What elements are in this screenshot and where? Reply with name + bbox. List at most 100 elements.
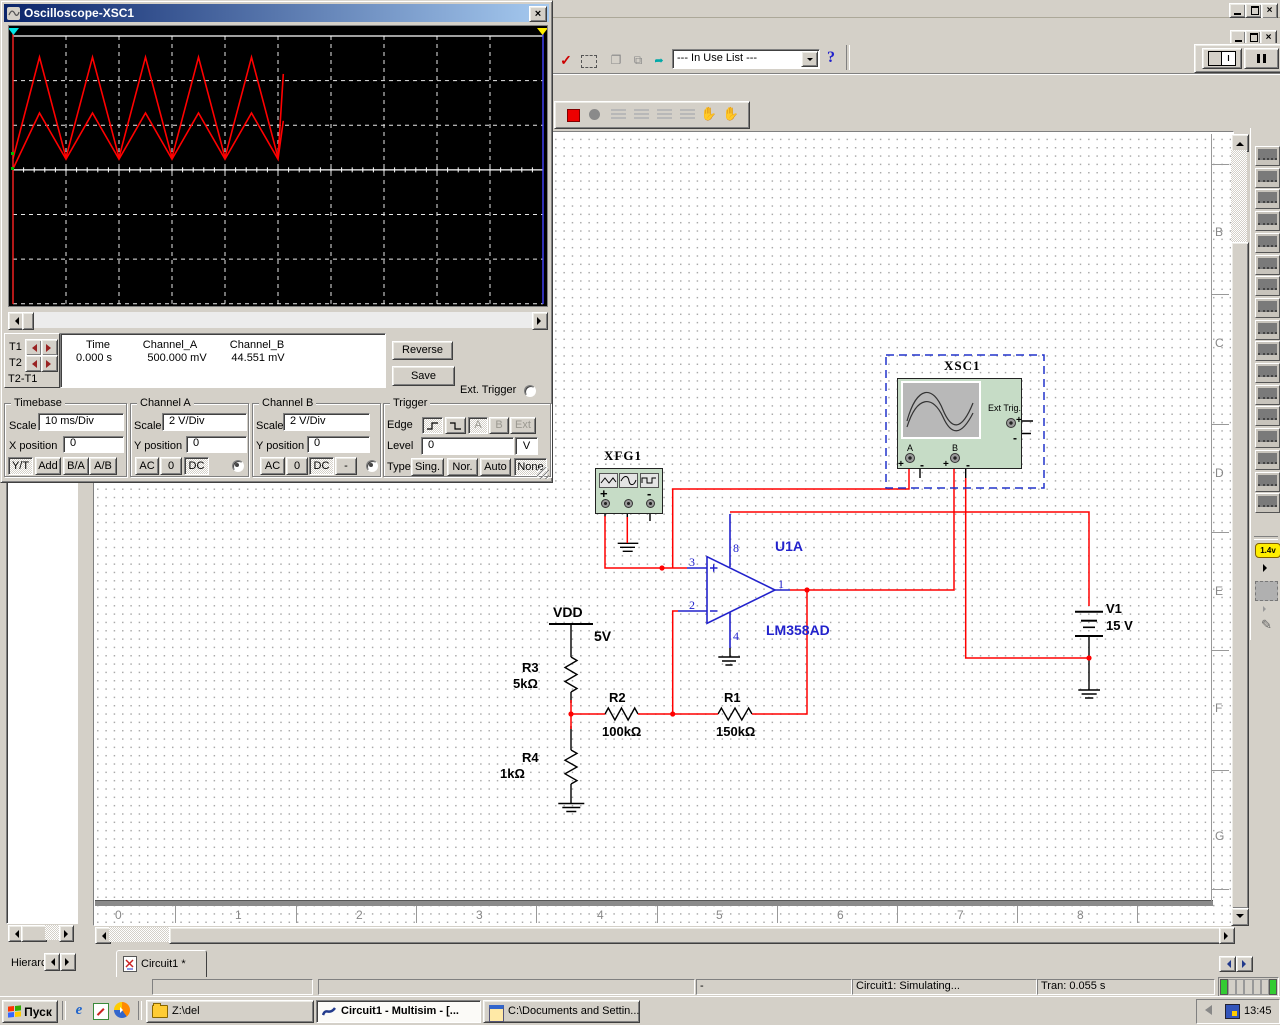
r3-ref[interactable]: R3 bbox=[522, 660, 539, 675]
yt-mode-button[interactable]: Y/T bbox=[8, 457, 33, 475]
canvas-hscrollbar[interactable] bbox=[95, 927, 1233, 942]
oscilloscope-close-button[interactable]: × bbox=[529, 6, 547, 22]
xfg1-plus-terminal[interactable] bbox=[601, 499, 610, 508]
trigger-source-b-button[interactable]: B bbox=[489, 417, 509, 434]
component-bin-icon-13[interactable] bbox=[1255, 406, 1280, 426]
xfg1-minus-terminal[interactable] bbox=[646, 499, 655, 508]
cha-radio[interactable] bbox=[232, 460, 244, 472]
ext-trigger-radio[interactable] bbox=[524, 385, 536, 397]
oscilloscope-window[interactable]: Oscilloscope-XSC1 × T1 T2 T2-T1 Time Cha… bbox=[0, 0, 553, 483]
resistor-r4[interactable] bbox=[565, 750, 577, 784]
trigger-rising-edge-button[interactable] bbox=[422, 417, 443, 434]
resistor-r2[interactable] bbox=[605, 708, 638, 720]
tab-scroll-right-button[interactable] bbox=[1236, 956, 1253, 972]
r1-value[interactable]: 150kΩ bbox=[716, 724, 755, 739]
r2-ref[interactable]: R2 bbox=[609, 690, 626, 705]
step-into-icon[interactable] bbox=[611, 109, 626, 121]
notes-quicklaunch-icon[interactable] bbox=[93, 1003, 109, 1020]
component-bin-icon-9[interactable] bbox=[1255, 320, 1280, 340]
volume-icon[interactable] bbox=[1205, 1005, 1212, 1015]
hierarchy-tab[interactable]: Hierarc bbox=[11, 957, 46, 970]
scope-scroll-thumb[interactable] bbox=[22, 312, 34, 330]
component-bin-icon-17[interactable] bbox=[1255, 493, 1280, 513]
xfg1-ref-label[interactable]: XFG1 bbox=[604, 448, 642, 464]
add-mode-button[interactable]: Add bbox=[35, 457, 61, 475]
hscroll-right-button[interactable] bbox=[1219, 927, 1235, 944]
in-use-list-dropdown-button[interactable] bbox=[801, 51, 818, 67]
erc-check-icon[interactable]: ✓ bbox=[558, 52, 574, 68]
taskbar-task-explorer[interactable]: C:\Documents and Settin... bbox=[483, 1000, 640, 1023]
xsc1-ref-label[interactable]: XSC1 bbox=[944, 358, 981, 374]
trigger-level-field[interactable]: 0 bbox=[421, 437, 514, 455]
circuit1-tab[interactable]: Circuit1 * bbox=[116, 950, 207, 977]
v1-ref[interactable]: V1 bbox=[1106, 601, 1122, 616]
start-button[interactable]: Пуск bbox=[2, 1000, 58, 1023]
chb-ypos-field[interactable]: 0 bbox=[307, 436, 370, 453]
component-bin-icon-3[interactable] bbox=[1255, 189, 1280, 209]
component-bin-icon-7[interactable] bbox=[1255, 276, 1280, 296]
pause-at-icon[interactable]: ✋ bbox=[701, 106, 717, 122]
v1-value[interactable]: 15 V bbox=[1106, 618, 1133, 633]
paste-icon[interactable]: ⧉ bbox=[631, 53, 645, 67]
r3-value[interactable]: 5kΩ bbox=[513, 676, 538, 691]
timebase-scale-field[interactable]: 10 ms/Div bbox=[38, 413, 124, 431]
ab-mode-button[interactable]: A/B bbox=[89, 457, 117, 475]
xfg1-common-terminal[interactable] bbox=[624, 499, 633, 508]
in-use-list-combobox[interactable]: --- In Use List --- bbox=[672, 49, 820, 69]
chb-scale-field[interactable]: 2 V/Div bbox=[283, 413, 370, 431]
component-bin-icon-12[interactable] bbox=[1255, 385, 1280, 405]
reverse-button[interactable]: Reverse bbox=[392, 341, 453, 360]
cha-dc-button[interactable]: DC bbox=[184, 457, 209, 475]
vdd-label[interactable]: VDD bbox=[553, 604, 583, 620]
toolbox-tab-scroll-left[interactable] bbox=[44, 953, 60, 971]
taskbar-task-multisim[interactable]: Circuit1 - Multisim - [... bbox=[316, 1000, 481, 1023]
main-minimize-button[interactable] bbox=[1229, 3, 1246, 18]
cha-ypos-field[interactable]: 0 bbox=[186, 436, 247, 453]
vscroll-track[interactable] bbox=[1231, 150, 1247, 242]
t2-right-button[interactable] bbox=[41, 355, 58, 372]
step-out-icon[interactable] bbox=[657, 109, 672, 121]
vscroll-down-button[interactable] bbox=[1231, 908, 1249, 926]
component-bin-icon-8[interactable] bbox=[1255, 298, 1280, 318]
trigger-falling-edge-button[interactable] bbox=[445, 417, 466, 434]
component-bin-icon-11[interactable] bbox=[1255, 363, 1280, 383]
trigger-nor-button[interactable]: Nor. bbox=[447, 458, 478, 476]
pause-sim-icon[interactable] bbox=[589, 109, 600, 120]
xsc1-b-terminal[interactable] bbox=[950, 453, 960, 463]
main-restore-button[interactable] bbox=[1245, 3, 1262, 18]
trigger-source-ext-button[interactable]: Ext bbox=[510, 417, 536, 434]
taskbar-task-zdel[interactable]: Z:\del bbox=[146, 1000, 314, 1023]
cha-scale-field[interactable]: 2 V/Div bbox=[162, 413, 247, 431]
step-over-icon[interactable] bbox=[634, 109, 649, 121]
component-bin-icon-1[interactable] bbox=[1255, 146, 1280, 166]
edit-probe-icon[interactable]: ✎ bbox=[1255, 616, 1278, 633]
run-switch-button[interactable]: I bbox=[1202, 48, 1242, 69]
r2-value[interactable]: 100kΩ bbox=[602, 724, 641, 739]
component-bin-icon-4[interactable] bbox=[1255, 211, 1280, 231]
export-icon[interactable]: ➦ bbox=[652, 53, 666, 67]
chb-0-button[interactable]: 0 bbox=[286, 457, 308, 475]
t1-left-button[interactable] bbox=[25, 339, 42, 356]
window-resize-grip[interactable] bbox=[537, 467, 549, 479]
run-to-cursor-icon[interactable] bbox=[680, 109, 695, 121]
trigger-sing-button[interactable]: Sing. bbox=[411, 458, 444, 476]
xsc1-exttrig-terminal[interactable] bbox=[1006, 418, 1016, 428]
copy-icon[interactable]: ❐ bbox=[609, 53, 623, 67]
r4-ref[interactable]: R4 bbox=[522, 750, 539, 765]
ba-mode-button[interactable]: B/A bbox=[63, 457, 89, 475]
resistor-r3[interactable] bbox=[565, 657, 577, 692]
hscroll-thumb[interactable] bbox=[169, 927, 1221, 944]
scope-scroll-right[interactable] bbox=[532, 312, 548, 330]
xsc1-a-terminal[interactable] bbox=[905, 453, 915, 463]
cha-ac-button[interactable]: AC bbox=[135, 457, 159, 475]
r4-value[interactable]: 1kΩ bbox=[500, 766, 525, 781]
component-bin-icon-2[interactable] bbox=[1255, 168, 1280, 188]
timebase-xpos-field[interactable]: 0 bbox=[63, 436, 124, 453]
sine-wave-button[interactable] bbox=[619, 473, 638, 488]
resume-icon[interactable]: ✋ bbox=[723, 106, 739, 122]
selection-rect-icon[interactable] bbox=[581, 55, 597, 68]
main-close-button[interactable]: × bbox=[1261, 3, 1278, 19]
vdd-value[interactable]: 5V bbox=[594, 628, 611, 644]
vscroll-thumb[interactable] bbox=[1231, 242, 1249, 909]
save-button[interactable]: Save bbox=[392, 366, 455, 386]
